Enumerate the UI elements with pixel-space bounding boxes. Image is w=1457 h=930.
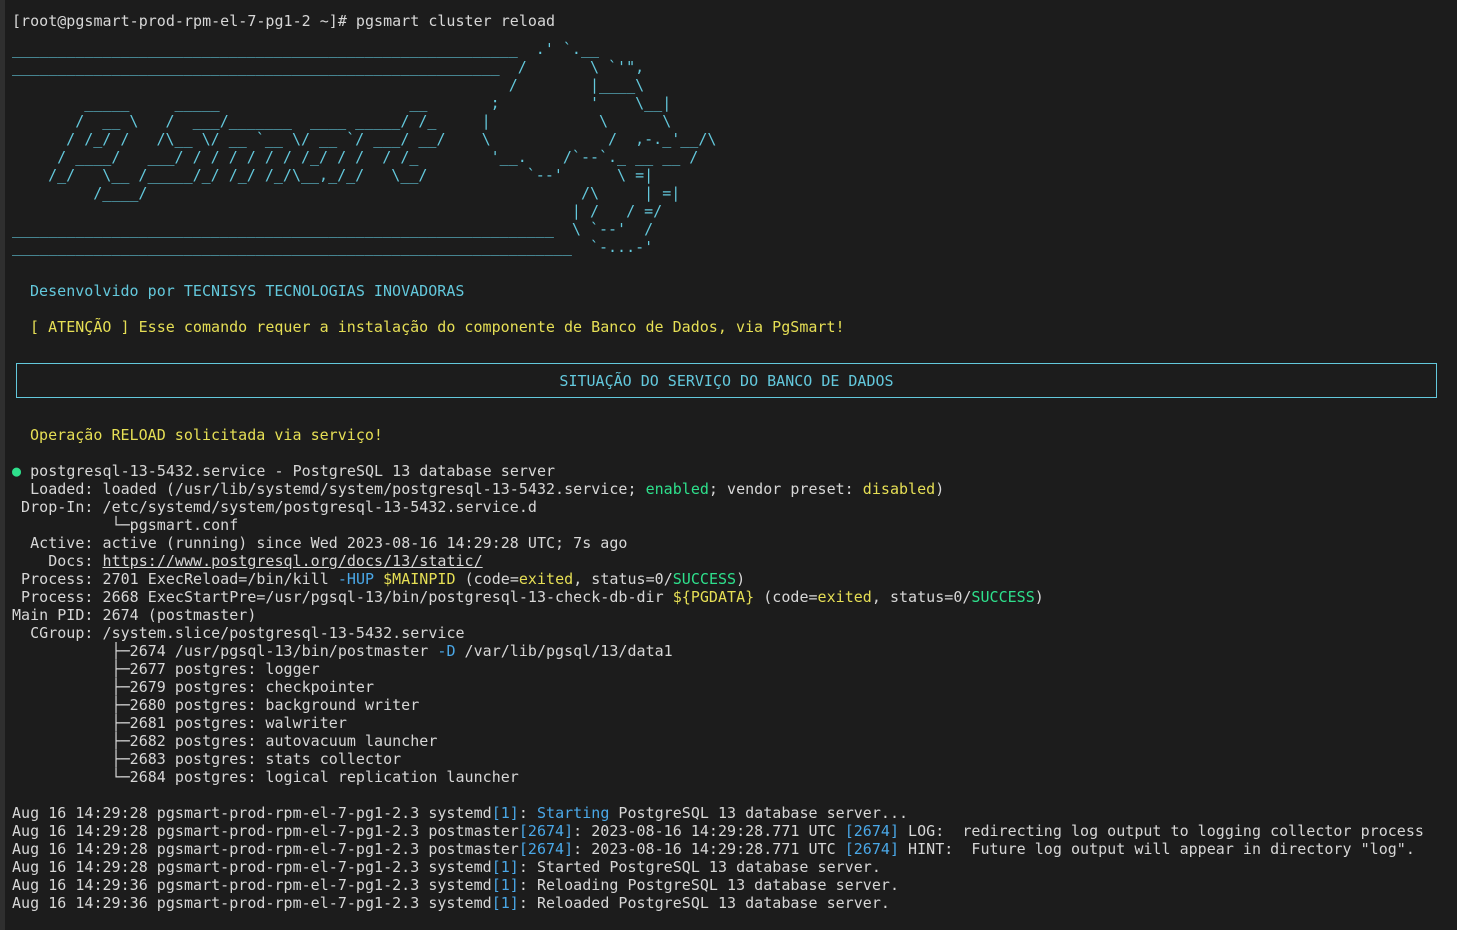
process-close: ) [1034,588,1044,606]
journal-timestamp: : 2023-08-16 14:29:28.771 UTC [573,840,845,858]
dropin-file-line: └─pgsmart.conf [12,516,239,534]
journal-line: Aug 16 14:29:28 pgsmart-prod-rpm-el-7-pg… [12,804,908,822]
shell-prompt-line: [root@pgsmart-prod-rpm-el-7-pg1-2 ~]# pg… [12,12,556,30]
journal-pid: [1] [491,894,519,912]
terminal-window[interactable]: [root@pgsmart-prod-rpm-el-7-pg1-2 ~]# pg… [0,0,1457,930]
process-command: 2668 ExecStartPre=/usr/pgsql-13/bin/post… [102,588,673,606]
vendor-preset-label: ; vendor preset: [708,480,863,498]
journal-message: : Started PostgreSQL 13 database server. [518,858,881,876]
main-pid-value: 2674 (postmaster) [102,606,257,624]
journal-message: : Reloading PostgreSQL 13 database serve… [518,876,899,894]
loaded-close: ) [935,480,945,498]
journal-pid: [1] [491,804,519,822]
section-header-box: SITUAÇÃO DO SERVIÇO DO BANCO DE DADOS [16,363,1437,398]
process-tree-item: ├─2680 postgres: background writer [12,696,420,714]
process-tree-item: ├─2674 /usr/pgsql-13/bin/postmaster -D /… [12,642,673,660]
journal-message: HINT: Future log output will appear in d… [899,840,1415,858]
journal-pid: [2674] [844,822,899,840]
journal-prefix: Aug 16 14:29:36 pgsmart-prod-rpm-el-7-pg… [12,894,492,912]
process-code: exited [817,588,872,606]
docs-label: Docs: [12,552,103,570]
journal-line: Aug 16 14:29:28 pgsmart-prod-rpm-el-7-pg… [12,840,1415,858]
active-line: Active: active (running) since Wed 2023-… [12,534,627,552]
journal-message: PostgreSQL 13 database server... [609,804,909,822]
journal-line: Aug 16 14:29:28 pgsmart-prod-rpm-el-7-pg… [12,858,881,876]
journal-pid: [2674] [518,840,574,858]
cgroup-label: CGroup: [12,624,103,642]
process-code-label: (code= [754,588,818,606]
journal-prefix: Aug 16 14:29:28 pgsmart-prod-rpm-el-7-pg… [12,822,519,840]
process-flag: -HUP [337,570,375,588]
journal-prefix: Aug 16 14:29:36 pgsmart-prod-rpm-el-7-pg… [12,876,492,894]
developer-credit: Desenvolvido por TECNISYS TECNOLOGIAS IN… [30,282,465,300]
process-space [374,570,383,588]
process-code-label: (code= [455,570,519,588]
process-success: SUCCESS [971,588,1035,606]
active-value: active (running) since Wed 2023-08-16 14… [102,534,628,552]
dropin-label: Drop-In: [12,498,103,516]
process-command: 2701 ExecReload=/bin/kill [102,570,338,588]
process-variable: $MAINPID [383,570,456,588]
tree-data-dir: /var/lib/pgsql/13/data1 [455,642,673,660]
process-tree-item: └─2684 postgres: logical replication lau… [12,768,519,786]
cgroup-value: /system.slice/postgresql-13-5432.service [102,624,465,642]
journal-pid: [1] [491,876,519,894]
dropin-path: /etc/systemd/system/postgresql-13-5432.s… [102,498,537,516]
journal-separator: : [518,804,537,822]
process-tree-item: ├─2677 postgres: logger [12,660,320,678]
journal-pid: [2674] [844,840,899,858]
journal-prefix: Aug 16 14:29:28 pgsmart-prod-rpm-el-7-pg… [12,804,492,822]
loaded-label: Loaded: [12,480,103,498]
process-variable: ${PGDATA} [672,588,755,606]
vendor-preset-state: disabled [862,480,936,498]
journal-prefix: Aug 16 14:29:28 pgsmart-prod-rpm-el-7-pg… [12,858,492,876]
pgsmart-ascii-logo: ________________________________________… [12,40,717,256]
process-status-label: , status=0/ [573,570,673,588]
journal-pid: [2674] [518,822,574,840]
process-tree-item: ├─2683 postgres: stats collector [12,750,402,768]
service-status-line: ● postgresql-13-5432.service - PostgreSQ… [12,462,555,480]
journal-prefix: Aug 16 14:29:28 pgsmart-prod-rpm-el-7-pg… [12,840,519,858]
process-tree-item: ├─2681 postgres: walwriter [12,714,347,732]
window-left-border [0,0,5,930]
dropin-line: Drop-In: /etc/systemd/system/postgresql-… [12,498,537,516]
process-tree-item: ├─2682 postgres: autovacuum launcher [12,732,438,750]
main-pid-label: Main PID: [12,606,103,624]
process-code: exited [518,570,574,588]
process-label: Process: [12,570,103,588]
docs-line: Docs: https://www.postgresql.org/docs/13… [12,552,483,570]
journal-pid: [1] [491,858,519,876]
journal-message: LOG: redirecting log output to logging c… [899,822,1424,840]
journal-line: Aug 16 14:29:28 pgsmart-prod-rpm-el-7-pg… [12,822,1424,840]
process-label: Process: [12,588,103,606]
process-close: ) [736,570,746,588]
loaded-line: Loaded: loaded (/usr/lib/systemd/system/… [12,480,944,498]
tree-flag: -D [437,642,456,660]
cgroup-line: CGroup: /system.slice/postgresql-13-5432… [12,624,465,642]
operation-message: Operação RELOAD solicitada via serviço! [30,426,383,444]
journal-timestamp: : 2023-08-16 14:29:28.771 UTC [573,822,845,840]
attention-warning: [ ATENÇÃO ] Esse comando requer a instal… [30,318,845,336]
journal-keyword: Starting [536,804,610,822]
process-tree-item: ├─2679 postgres: checkpointer [12,678,375,696]
process-status-label: , status=0/ [871,588,972,606]
journal-line: Aug 16 14:29:36 pgsmart-prod-rpm-el-7-pg… [12,876,899,894]
loaded-value: loaded (/usr/lib/systemd/system/postgres… [102,480,646,498]
main-pid-line: Main PID: 2674 (postmaster) [12,606,256,624]
process-startpre-line: Process: 2668 ExecStartPre=/usr/pgsql-13… [12,588,1044,606]
section-header-title: SITUAÇÃO DO SERVIÇO DO BANCO DE DADOS [559,372,894,390]
journal-message: : Reloaded PostgreSQL 13 database server… [518,894,890,912]
enabled-state: enabled [645,480,709,498]
service-name: postgresql-13-5432.service - PostgreSQL … [30,462,556,480]
journal-line: Aug 16 14:29:36 pgsmart-prod-rpm-el-7-pg… [12,894,890,912]
tree-command: ├─2674 /usr/pgsql-13/bin/postmaster [12,642,438,660]
process-success: SUCCESS [672,570,737,588]
status-dot-icon: ● [12,462,22,480]
process-reload-line: Process: 2701 ExecReload=/bin/kill -HUP … [12,570,745,588]
active-label: Active: [12,534,103,552]
docs-link[interactable]: https://www.postgresql.org/docs/13/stati… [103,552,483,570]
